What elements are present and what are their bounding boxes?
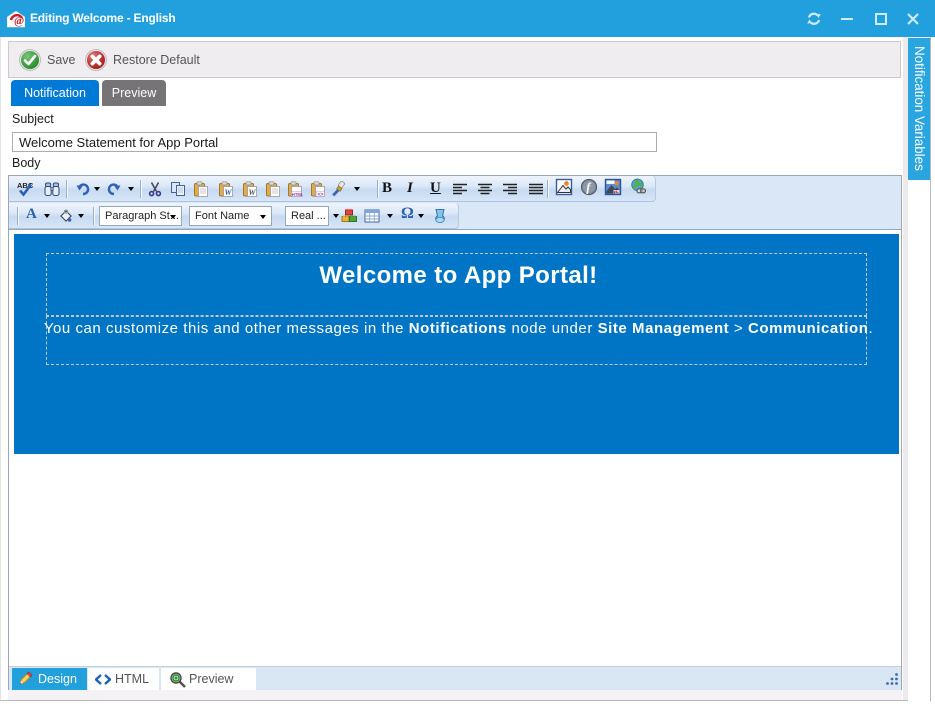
- svg-text:<>: <>: [318, 192, 324, 197]
- svg-text:W: W: [225, 188, 233, 197]
- svg-text:W: W: [249, 188, 257, 197]
- svg-text:HTML: HTML: [292, 192, 303, 197]
- svg-text:@: @: [14, 15, 24, 27]
